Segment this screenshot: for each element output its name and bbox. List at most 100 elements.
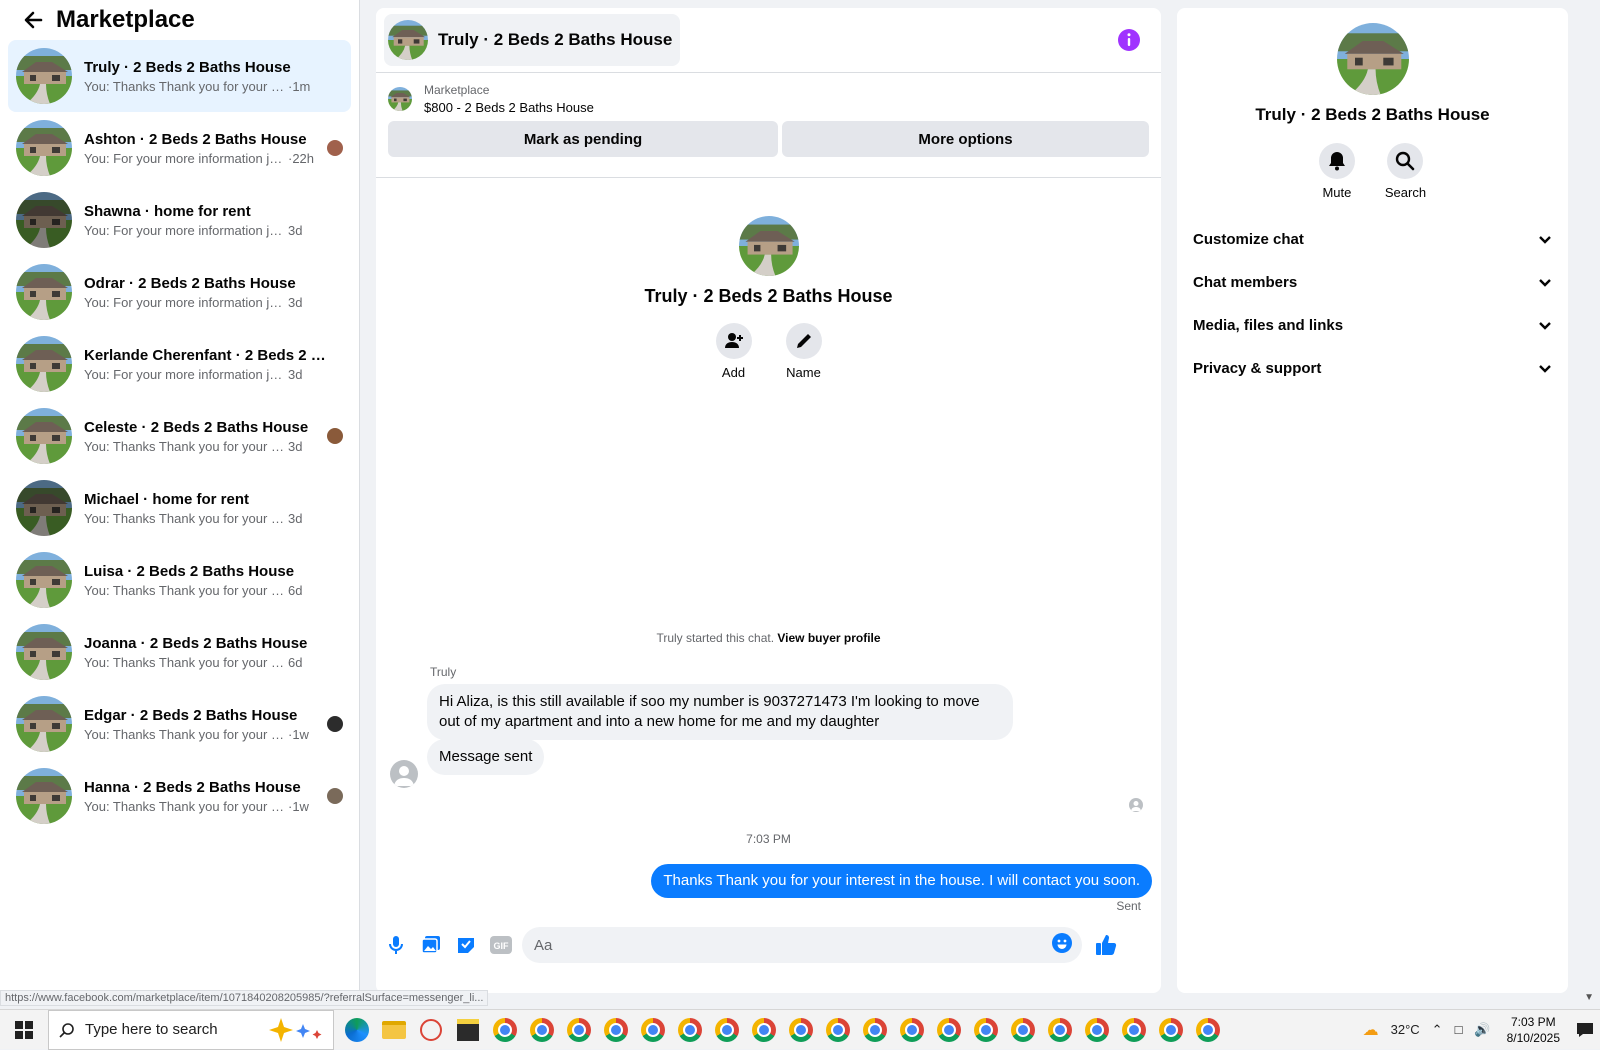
notification-icon[interactable] — [1570, 1010, 1600, 1050]
volume-icon[interactable]: 🔊 — [1474, 1022, 1490, 1038]
sparkle-icon — [269, 1017, 322, 1042]
conversation-item[interactable]: Truly · 2 Beds 2 Baths House You: Thanks… — [8, 40, 351, 112]
message-input[interactable] — [532, 935, 1052, 955]
conversation-item[interactable]: Kerlande Cherenfant · 2 Beds 2 Bat... Yo… — [8, 328, 351, 400]
chrome-icon[interactable] — [486, 1010, 523, 1050]
seen-avatar — [327, 716, 343, 732]
outgoing-message[interactable]: Thanks Thank you for your interest in th… — [651, 864, 1152, 898]
conversation-name: Celeste · 2 Beds 2 Baths House — [84, 418, 309, 436]
chrome-icon[interactable] — [1152, 1010, 1189, 1050]
listing-thumbnail — [16, 624, 72, 680]
conversation-name: Truly · 2 Beds 2 Baths House — [84, 58, 291, 76]
weather-icon[interactable]: ☁ — [1363, 1020, 1379, 1040]
search-icon — [59, 1022, 74, 1038]
add-member-button[interactable]: Add — [715, 323, 752, 380]
conversation-item[interactable]: Michael · home for rent You: Thanks Than… — [8, 472, 351, 544]
edge-icon[interactable] — [338, 1010, 375, 1050]
thumbs-up-icon[interactable] — [1092, 931, 1120, 959]
chevron-up-icon[interactable]: ⌃ — [1432, 1022, 1443, 1038]
conversation-preview: You: For your more information just s... — [84, 222, 284, 238]
weather-temperature[interactable]: 32°C — [1391, 1022, 1420, 1037]
chrome-icon[interactable] — [560, 1010, 597, 1050]
chrome-icon[interactable] — [1004, 1010, 1041, 1050]
mute-button[interactable]: Mute — [1318, 143, 1355, 200]
chrome-icon[interactable] — [597, 1010, 634, 1050]
section-customize-chat[interactable]: Customize chat — [1193, 218, 1552, 261]
photo-icon[interactable] — [417, 931, 445, 959]
chat-title-button[interactable]: Truly · 2 Beds 2 Baths House — [384, 14, 681, 66]
listing-thumbnail — [16, 264, 72, 320]
search-icon — [1396, 151, 1415, 171]
conversation-item[interactable]: Celeste · 2 Beds 2 Baths House You: Than… — [8, 400, 351, 472]
bell-icon — [1328, 152, 1345, 171]
mark-pending-button[interactable]: Mark as pending — [388, 121, 778, 157]
section-chat-members[interactable]: Chat members — [1193, 261, 1552, 304]
more-options-button[interactable]: More options — [782, 121, 1149, 157]
chevron-down-icon — [1539, 278, 1551, 287]
chrome-icon[interactable] — [782, 1010, 819, 1050]
listing-thumbnail — [16, 480, 72, 536]
scroll-down-arrow[interactable]: ▼ — [1584, 992, 1594, 1003]
chrome-icon[interactable] — [708, 1010, 745, 1050]
chrome-icon[interactable] — [1115, 1010, 1152, 1050]
message-input-box[interactable] — [522, 927, 1082, 963]
conversation-preview: You: For your more information just s... — [84, 366, 284, 382]
incoming-message[interactable]: Message sent — [427, 739, 545, 775]
chrome-icon[interactable] — [819, 1010, 856, 1050]
time-separator: 7:03 PM — [746, 832, 791, 846]
incoming-message[interactable]: Hi Aliza, is this still available if soo… — [427, 684, 1013, 740]
chevron-down-icon — [1539, 321, 1551, 330]
chrome-icon[interactable] — [1041, 1010, 1078, 1050]
name-label: Name — [786, 365, 821, 380]
windows-start-icon[interactable] — [0, 1010, 48, 1050]
seen-avatar — [327, 140, 343, 156]
chrome-icon[interactable] — [856, 1010, 893, 1050]
add-person-icon — [724, 333, 743, 348]
back-arrow-icon[interactable] — [20, 7, 46, 33]
file-explorer-icon[interactable] — [375, 1010, 412, 1050]
listing-thumbnail — [16, 552, 72, 608]
network-icon[interactable]: □ — [1455, 1022, 1463, 1037]
chrome-icon[interactable] — [745, 1010, 782, 1050]
listing-thumbnail — [16, 120, 72, 176]
conversation-item[interactable]: Edgar · 2 Beds 2 Baths House You: Thanks… — [8, 688, 351, 760]
sidebar-header: Marketplace — [0, 0, 359, 40]
conversation-time: 3d — [288, 438, 303, 454]
listing-title[interactable]: $800 - 2 Beds 2 Baths House — [424, 100, 594, 115]
chrome-icon[interactable] — [967, 1010, 1004, 1050]
microphone-icon[interactable] — [382, 931, 410, 959]
system-clock[interactable]: 7:03 PM 8/10/2025 — [1507, 1014, 1560, 1046]
sender-avatar[interactable] — [390, 760, 418, 788]
sticker-icon[interactable] — [452, 931, 480, 959]
section-privacy-support[interactable]: Privacy & support — [1193, 347, 1552, 390]
conversation-item[interactable]: Shawna · home for rent You: For your mor… — [8, 184, 351, 256]
conversation-item[interactable]: Odrar · 2 Beds 2 Baths House You: For yo… — [8, 256, 351, 328]
pencil-icon — [796, 334, 811, 348]
conversation-item[interactable]: Ashton · 2 Beds 2 Baths House You: For y… — [8, 112, 351, 184]
gif-icon[interactable]: GIF — [487, 931, 515, 959]
info-icon[interactable] — [1117, 28, 1141, 52]
section-media-files-links[interactable]: Media, files and links — [1193, 304, 1552, 347]
chrome-icon[interactable] — [893, 1010, 930, 1050]
conversation-item[interactable]: Joanna · 2 Beds 2 Baths House You: Thank… — [8, 616, 351, 688]
chrome-icon[interactable] — [1078, 1010, 1115, 1050]
chrome-icon[interactable] — [634, 1010, 671, 1050]
conversation-name: Edgar · 2 Beds 2 Baths House — [84, 706, 298, 724]
chrome-icon[interactable] — [671, 1010, 708, 1050]
conversation-item[interactable]: Hanna · 2 Beds 2 Baths House You: Thanks… — [8, 760, 351, 832]
conversation-item[interactable]: Luisa · 2 Beds 2 Baths House You: Thanks… — [8, 544, 351, 616]
chrome-icon[interactable] — [930, 1010, 967, 1050]
emoji-icon[interactable] — [1052, 932, 1072, 958]
taskbar-search[interactable]: Type here to search — [48, 1009, 334, 1050]
view-buyer-profile-link[interactable]: View buyer profile — [777, 631, 880, 645]
chat-started-notice: Truly started this chat. View buyer prof… — [376, 631, 1161, 645]
app-icon[interactable] — [412, 1010, 449, 1050]
started-text: Truly started this chat. — [656, 631, 775, 645]
search-conversation-button[interactable]: Search — [1385, 143, 1426, 200]
chrome-icon[interactable] — [523, 1010, 560, 1050]
listing-thumbnail[interactable] — [388, 87, 412, 111]
chrome-icon[interactable] — [1189, 1010, 1226, 1050]
edit-name-button[interactable]: Name — [785, 323, 822, 380]
conversation-time: ·1w — [288, 798, 309, 814]
sticky-notes-icon[interactable] — [449, 1010, 486, 1050]
